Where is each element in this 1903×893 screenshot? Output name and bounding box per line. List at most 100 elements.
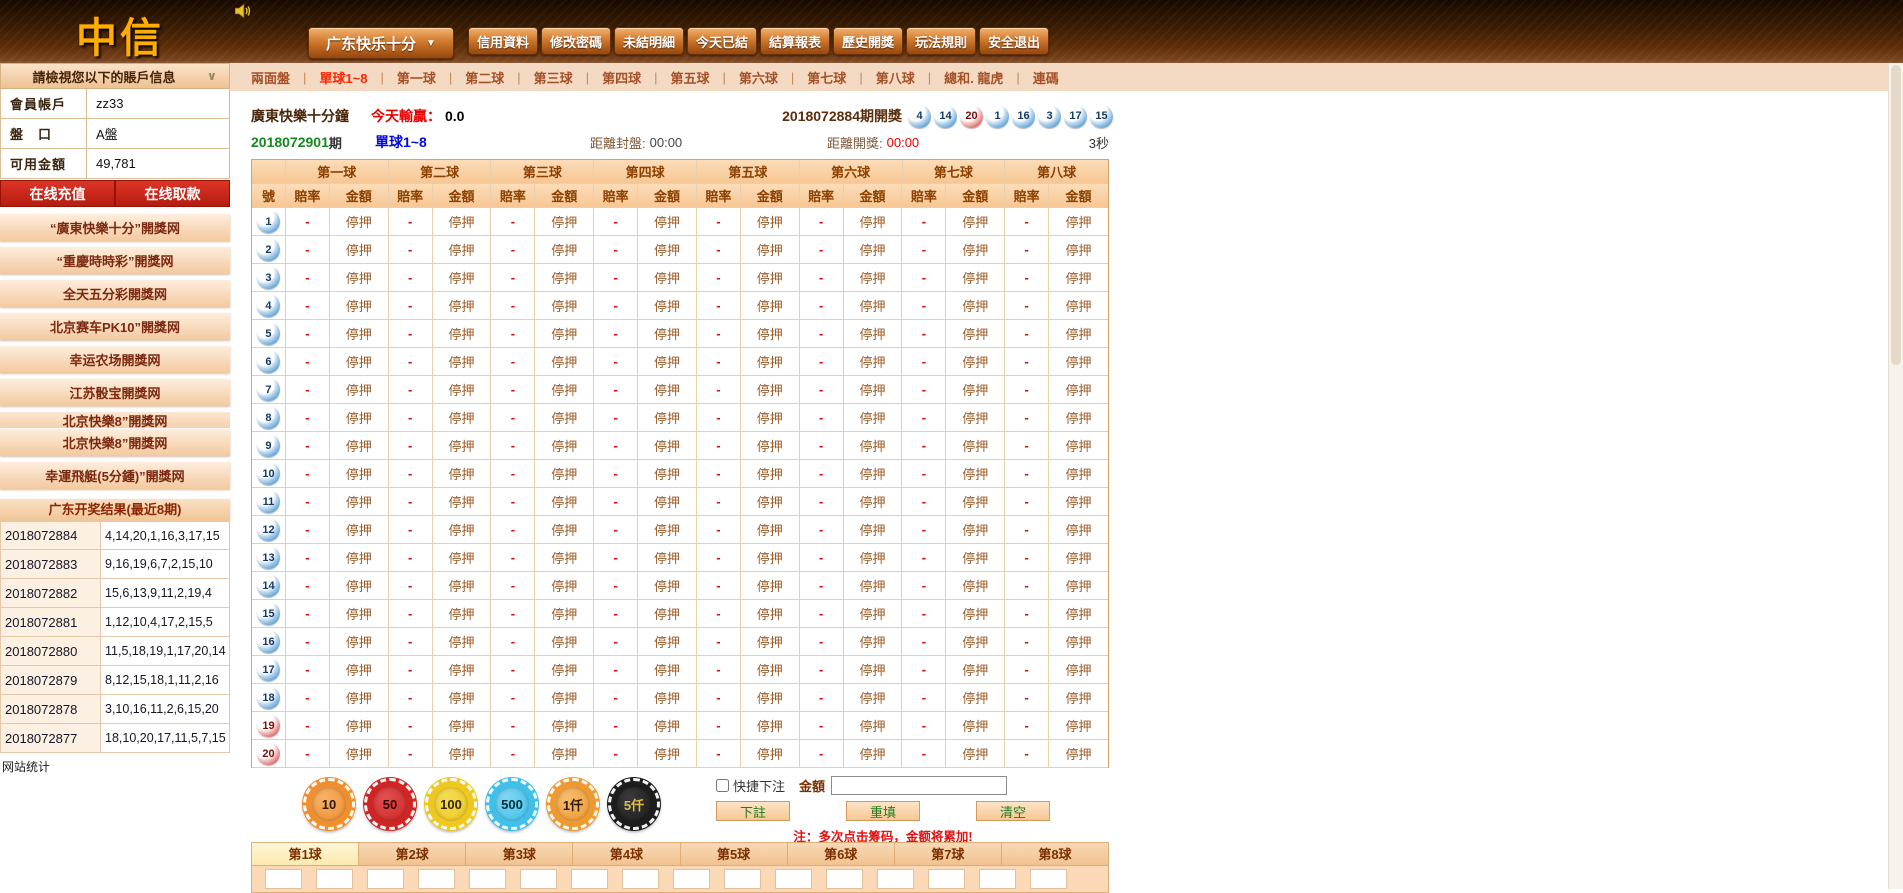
amount-cell[interactable]: 停押: [844, 236, 903, 264]
scrollbar-thumb[interactable]: [1891, 65, 1901, 365]
amount-cell[interactable]: 停押: [946, 544, 1005, 572]
amount-cell[interactable]: 停押: [844, 460, 903, 488]
amount-cell[interactable]: 停押: [535, 376, 594, 404]
amount-cell[interactable]: 停押: [844, 628, 903, 656]
amount-cell[interactable]: 停押: [330, 376, 389, 404]
speaker-icon[interactable]: [235, 3, 253, 19]
amount-cell[interactable]: 停押: [1049, 236, 1108, 264]
menu-button[interactable]: 今天已結: [687, 27, 757, 55]
amount-cell[interactable]: 停押: [433, 292, 492, 320]
amount-cell[interactable]: 停押: [741, 600, 800, 628]
amount-cell[interactable]: 停押: [535, 320, 594, 348]
amount-cell[interactable]: 停押: [844, 488, 903, 516]
subnav-item[interactable]: 總和. 龍虎: [931, 68, 1016, 87]
amount-cell[interactable]: 停押: [638, 740, 697, 768]
amount-cell[interactable]: 停押: [1049, 684, 1108, 712]
amount-cell[interactable]: 停押: [741, 712, 800, 740]
lottery-link[interactable]: 幸运农场開獎网: [0, 346, 230, 373]
amount-cell[interactable]: 停押: [330, 432, 389, 460]
amount-cell[interactable]: 停押: [330, 348, 389, 376]
amount-cell[interactable]: 停押: [844, 684, 903, 712]
lottery-link[interactable]: 北京赛车PK10”開獎网: [0, 313, 230, 340]
amount-cell[interactable]: 停押: [433, 544, 492, 572]
amount-cell[interactable]: 停押: [535, 628, 594, 656]
amount-cell[interactable]: 停押: [741, 656, 800, 684]
amount-cell[interactable]: 停押: [741, 628, 800, 656]
amount-cell[interactable]: 停押: [433, 432, 492, 460]
amount-cell[interactable]: 停押: [330, 544, 389, 572]
amount-cell[interactable]: 停押: [1049, 376, 1108, 404]
amount-cell[interactable]: 停押: [844, 404, 903, 432]
amount-cell[interactable]: 停押: [535, 488, 594, 516]
amount-cell[interactable]: 停押: [433, 684, 492, 712]
amount-cell[interactable]: 停押: [433, 320, 492, 348]
amount-cell[interactable]: 停押: [535, 740, 594, 768]
amount-cell[interactable]: 停押: [741, 208, 800, 236]
amount-cell[interactable]: 停押: [844, 264, 903, 292]
amount-cell[interactable]: 停押: [844, 348, 903, 376]
amount-cell[interactable]: 停押: [844, 376, 903, 404]
amount-cell[interactable]: 停押: [330, 488, 389, 516]
amount-cell[interactable]: 停押: [1049, 320, 1108, 348]
amount-cell[interactable]: 停押: [844, 516, 903, 544]
amount-cell[interactable]: 停押: [741, 348, 800, 376]
subnav-item[interactable]: 第四球: [589, 68, 654, 87]
amount-cell[interactable]: 停押: [741, 236, 800, 264]
amount-cell[interactable]: 停押: [741, 264, 800, 292]
amount-cell[interactable]: 停押: [844, 740, 903, 768]
amount-cell[interactable]: 停押: [946, 712, 1005, 740]
amount-cell[interactable]: 停押: [741, 544, 800, 572]
amount-cell[interactable]: 停押: [433, 488, 492, 516]
amount-cell[interactable]: 停押: [330, 572, 389, 600]
site-stats-link[interactable]: 网站统计: [0, 758, 230, 775]
amount-cell[interactable]: 停押: [638, 236, 697, 264]
amount-cell[interactable]: 停押: [535, 264, 594, 292]
amount-cell[interactable]: 停押: [946, 516, 1005, 544]
lottery-link[interactable]: 北京快樂8”開獎网: [0, 429, 230, 456]
amount-cell[interactable]: 停押: [638, 656, 697, 684]
subnav-item[interactable]: 第七球: [794, 68, 859, 87]
amount-cell[interactable]: 停押: [844, 600, 903, 628]
amount-cell[interactable]: 停押: [741, 292, 800, 320]
vertical-scrollbar[interactable]: [1888, 63, 1903, 889]
amount-cell[interactable]: 停押: [1049, 348, 1108, 376]
amount-cell[interactable]: 停押: [638, 208, 697, 236]
amount-cell[interactable]: 停押: [535, 656, 594, 684]
amount-cell[interactable]: 停押: [844, 712, 903, 740]
amount-cell[interactable]: 停押: [638, 516, 697, 544]
amount-cell[interactable]: 停押: [946, 488, 1005, 516]
amount-cell[interactable]: 停押: [1049, 432, 1108, 460]
lottery-link[interactable]: 江苏骰宝開獎网: [0, 379, 230, 406]
amount-cell[interactable]: 停押: [330, 516, 389, 544]
amount-cell[interactable]: 停押: [946, 600, 1005, 628]
amount-cell[interactable]: 停押: [433, 348, 492, 376]
amount-cell[interactable]: 停押: [638, 264, 697, 292]
amount-cell[interactable]: 停押: [741, 432, 800, 460]
amount-cell[interactable]: 停押: [946, 432, 1005, 460]
bet-chip[interactable]: 1仟: [547, 778, 599, 830]
amount-cell[interactable]: 停押: [638, 684, 697, 712]
amount-cell[interactable]: 停押: [330, 600, 389, 628]
bet-chip[interactable]: 50: [364, 778, 416, 830]
amount-cell[interactable]: 停押: [330, 320, 389, 348]
subnav-item[interactable]: 第六球: [726, 68, 791, 87]
ball-tab[interactable]: 第3球: [466, 842, 573, 866]
amount-cell[interactable]: 停押: [433, 516, 492, 544]
ball-tab[interactable]: 第7球: [895, 842, 1002, 866]
amount-cell[interactable]: 停押: [535, 432, 594, 460]
amount-cell[interactable]: 停押: [1049, 740, 1108, 768]
amount-cell[interactable]: 停押: [741, 460, 800, 488]
amount-cell[interactable]: 停押: [741, 572, 800, 600]
ball-tab[interactable]: 第6球: [788, 842, 895, 866]
subnav-item[interactable]: 第二球: [452, 68, 517, 87]
amount-cell[interactable]: 停押: [330, 740, 389, 768]
amount-cell[interactable]: 停押: [844, 320, 903, 348]
amount-cell[interactable]: 停押: [433, 628, 492, 656]
amount-cell[interactable]: 停押: [638, 460, 697, 488]
bet-chip[interactable]: 100: [425, 778, 477, 830]
amount-cell[interactable]: 停押: [535, 516, 594, 544]
amount-cell[interactable]: 停押: [1049, 544, 1108, 572]
amount-cell[interactable]: 停押: [1049, 628, 1108, 656]
amount-cell[interactable]: 停押: [946, 236, 1005, 264]
amount-cell[interactable]: 停押: [946, 376, 1005, 404]
